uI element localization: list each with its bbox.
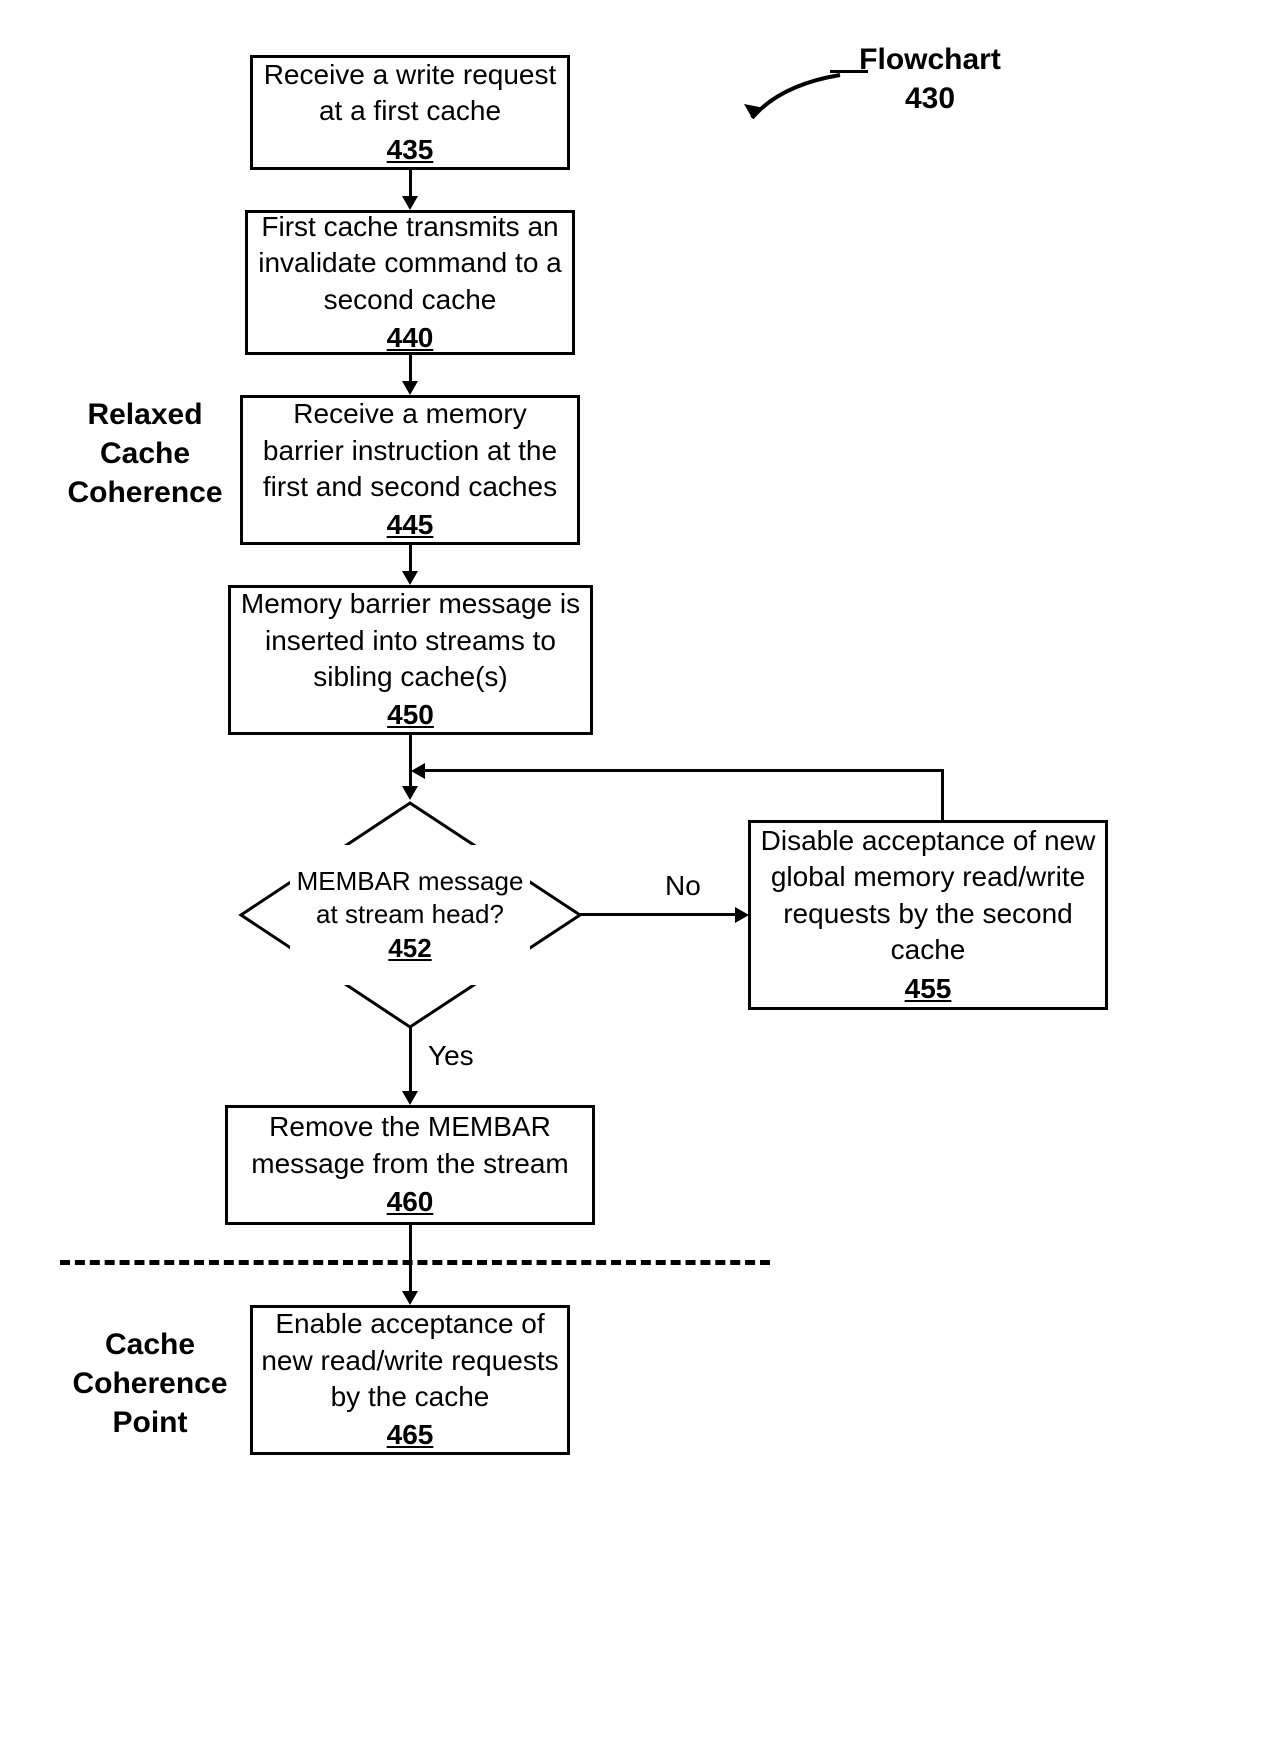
box-450: Memory barrier message is inserted into … bbox=[228, 585, 593, 735]
label-yes: Yes bbox=[428, 1040, 474, 1072]
label-relaxed-l3: Coherence bbox=[67, 476, 222, 509]
box-435: Receive a write request at a first cache… bbox=[250, 55, 570, 170]
flowchart-container: Flowchart 430 Receive a write request at… bbox=[0, 0, 1273, 1761]
feedback-hline bbox=[418, 769, 944, 772]
label-relaxed-l2: Cache bbox=[100, 437, 190, 470]
box-445-text: Receive a memory barrier instruction at … bbox=[251, 396, 569, 505]
box-445-num: 445 bbox=[387, 507, 434, 543]
box-465: Enable acceptance of new read/write requ… bbox=[250, 1305, 570, 1455]
label-no: No bbox=[665, 870, 701, 902]
box-465-text: Enable acceptance of new read/write requ… bbox=[261, 1306, 559, 1415]
box-445: Receive a memory barrier instruction at … bbox=[240, 395, 580, 545]
label-point-l2: Coherence bbox=[72, 1367, 227, 1400]
no-line bbox=[580, 913, 735, 916]
flowchart-number: 430 bbox=[905, 82, 955, 115]
box-460-num: 460 bbox=[387, 1184, 434, 1220]
diamond-452-text: MEMBAR message at stream head? bbox=[290, 865, 530, 930]
feedback-arrowhead bbox=[411, 763, 425, 779]
leader-to-430 bbox=[830, 70, 868, 73]
box-460-text: Remove the MEMBAR message from the strea… bbox=[236, 1109, 584, 1182]
diamond-452-num: 452 bbox=[388, 932, 431, 965]
box-455: Disable acceptance of new global memory … bbox=[748, 820, 1108, 1010]
box-465-num: 465 bbox=[387, 1417, 434, 1453]
diamond-452: MEMBAR message at stream head? 452 bbox=[290, 845, 530, 985]
box-435-num: 435 bbox=[387, 132, 434, 168]
label-relaxed: Relaxed Cache Coherence bbox=[55, 395, 235, 512]
flowchart-title: Flowchart bbox=[859, 43, 1001, 76]
label-relaxed-l1: Relaxed bbox=[87, 398, 202, 431]
flowchart-title-block: Flowchart 430 bbox=[830, 40, 1030, 118]
box-455-text: Disable acceptance of new global memory … bbox=[759, 823, 1097, 969]
label-point-l1: Cache bbox=[105, 1328, 195, 1361]
box-440: First cache transmits an invalidate comm… bbox=[245, 210, 575, 355]
dashed-separator bbox=[60, 1260, 770, 1265]
label-point: Cache Coherence Point bbox=[60, 1325, 240, 1442]
swoosh-arrow bbox=[740, 70, 850, 130]
box-440-num: 440 bbox=[387, 320, 434, 356]
box-450-text: Memory barrier message is inserted into … bbox=[239, 586, 582, 695]
box-440-text: First cache transmits an invalidate comm… bbox=[256, 209, 564, 318]
label-point-l3: Point bbox=[113, 1406, 188, 1439]
box-435-text: Receive a write request at a first cache bbox=[261, 57, 559, 130]
box-455-num: 455 bbox=[905, 971, 952, 1007]
box-460: Remove the MEMBAR message from the strea… bbox=[225, 1105, 595, 1225]
feedback-vline bbox=[941, 769, 944, 821]
no-arrowhead bbox=[735, 907, 749, 923]
box-450-num: 450 bbox=[387, 697, 434, 733]
